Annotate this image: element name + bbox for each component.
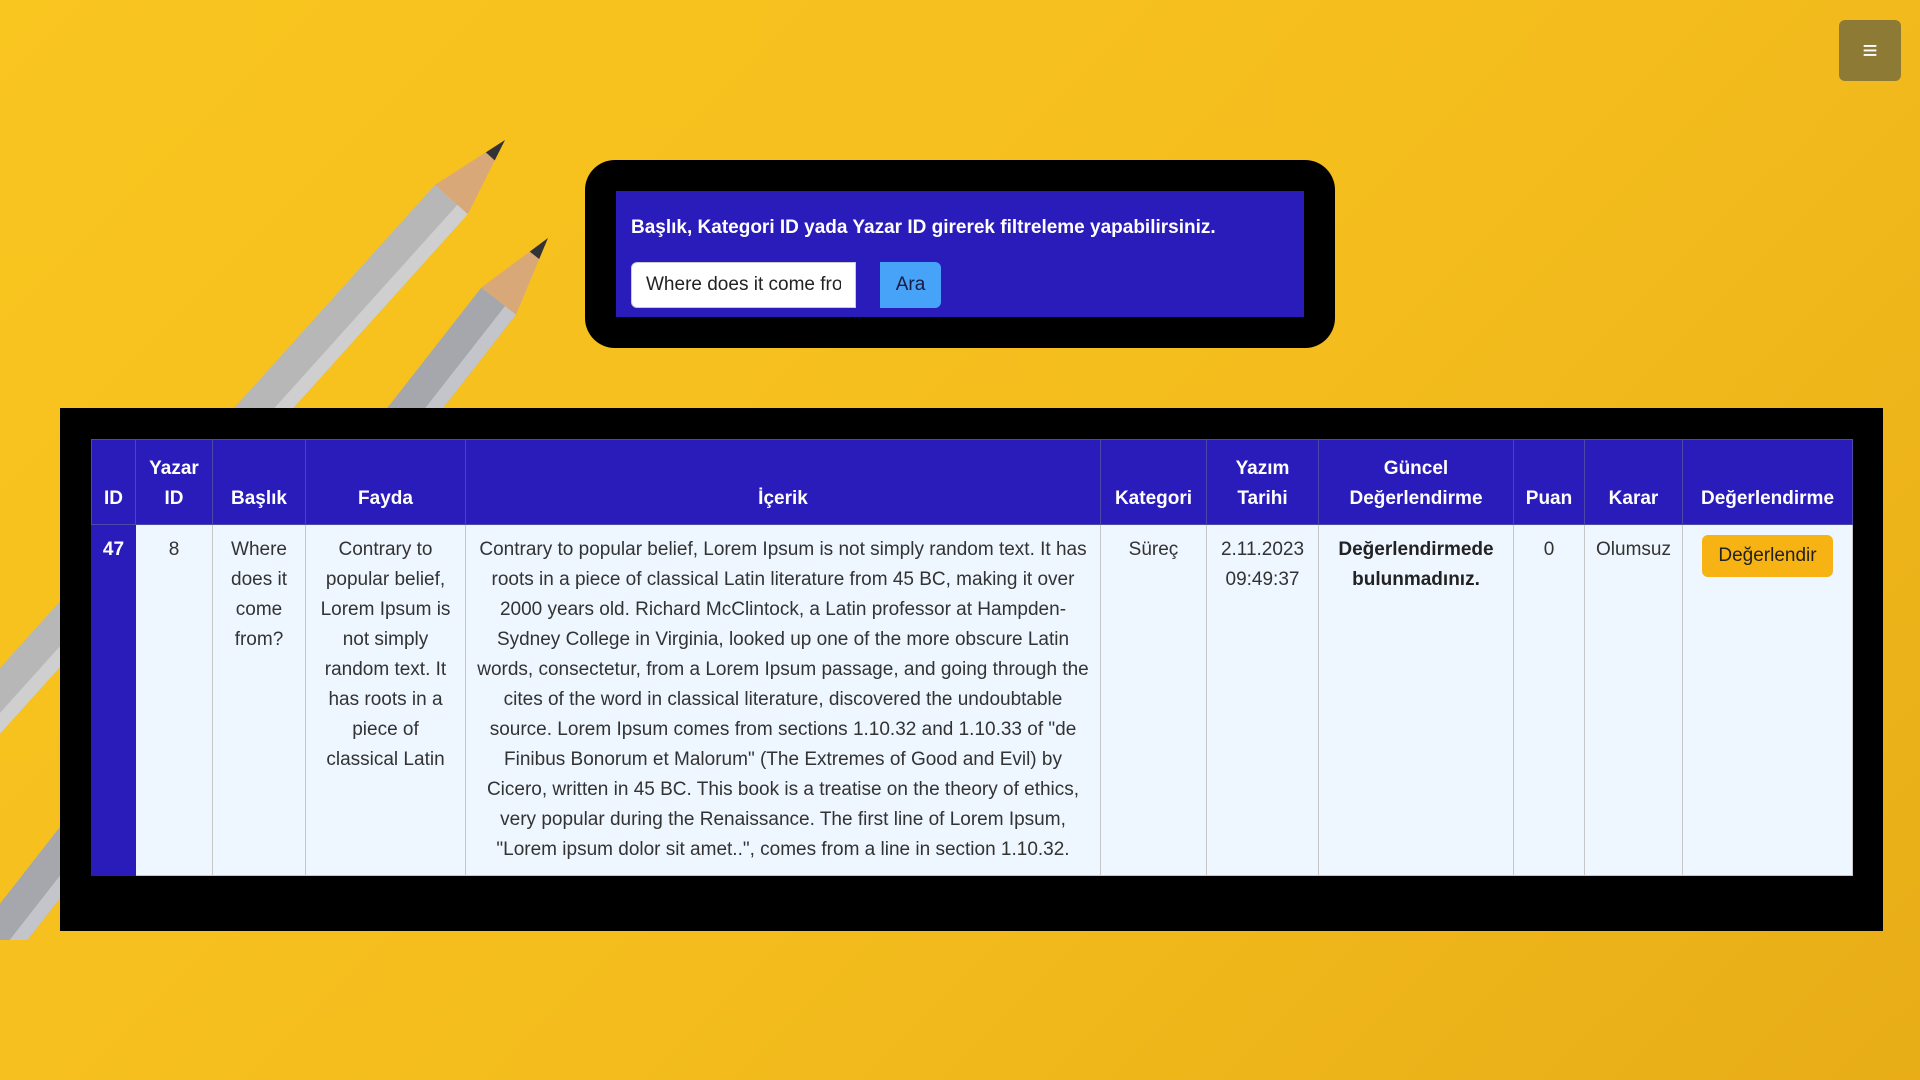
hamburger-icon: ≡ [1862,35,1878,65]
search-button[interactable]: Ara [880,262,941,308]
header-id: ID [91,439,136,525]
table-frame: ID Yazar ID Başlık Fayda İçerik Kategori… [60,408,1883,931]
header-score: Puan [1513,439,1585,525]
header-author-id: Yazar ID [135,439,213,525]
search-input[interactable] [631,262,856,308]
table-row: 47 8 Where does it come from? Contrary t… [91,524,1853,876]
header-category: Kategori [1100,439,1207,525]
cell-benefit: Contrary to popular belief, Lorem Ipsum … [305,524,466,876]
cell-id: 47 [91,524,136,876]
articles-table: ID Yazar ID Başlık Fayda İçerik Kategori… [91,439,1853,876]
cell-category: Süreç [1100,524,1207,876]
cell-title: Where does it come from? [212,524,306,876]
cell-score: 0 [1513,524,1585,876]
rate-button[interactable]: Değerlendir [1702,535,1833,577]
header-benefit: Fayda [305,439,466,525]
header-decision: Karar [1584,439,1683,525]
table-header-row: ID Yazar ID Başlık Fayda İçerik Kategori… [91,439,1853,525]
search-panel: Başlık, Kategori ID yada Yazar ID girere… [616,191,1304,317]
cell-action: Değerlendir [1682,524,1853,876]
header-action: Değerlendirme [1682,439,1853,525]
menu-button[interactable]: ≡ [1839,20,1901,81]
cell-author-id: 8 [135,524,213,876]
header-title: Başlık [212,439,306,525]
search-frame: Başlık, Kategori ID yada Yazar ID girere… [585,160,1335,348]
cell-decision: Olumsuz [1584,524,1683,876]
cell-date: 2.11.2023 09:49:37 [1206,524,1319,876]
header-current-review: Güncel Değerlendirme [1318,439,1514,525]
header-content: İçerik [465,439,1101,525]
cell-content: Contrary to popular belief, Lorem Ipsum … [465,524,1101,876]
header-date: Yazım Tarihi [1206,439,1319,525]
search-hint: Başlık, Kategori ID yada Yazar ID girere… [631,217,1216,238]
cell-current-review: Değerlendirmede bulunmadınız. [1318,524,1514,876]
